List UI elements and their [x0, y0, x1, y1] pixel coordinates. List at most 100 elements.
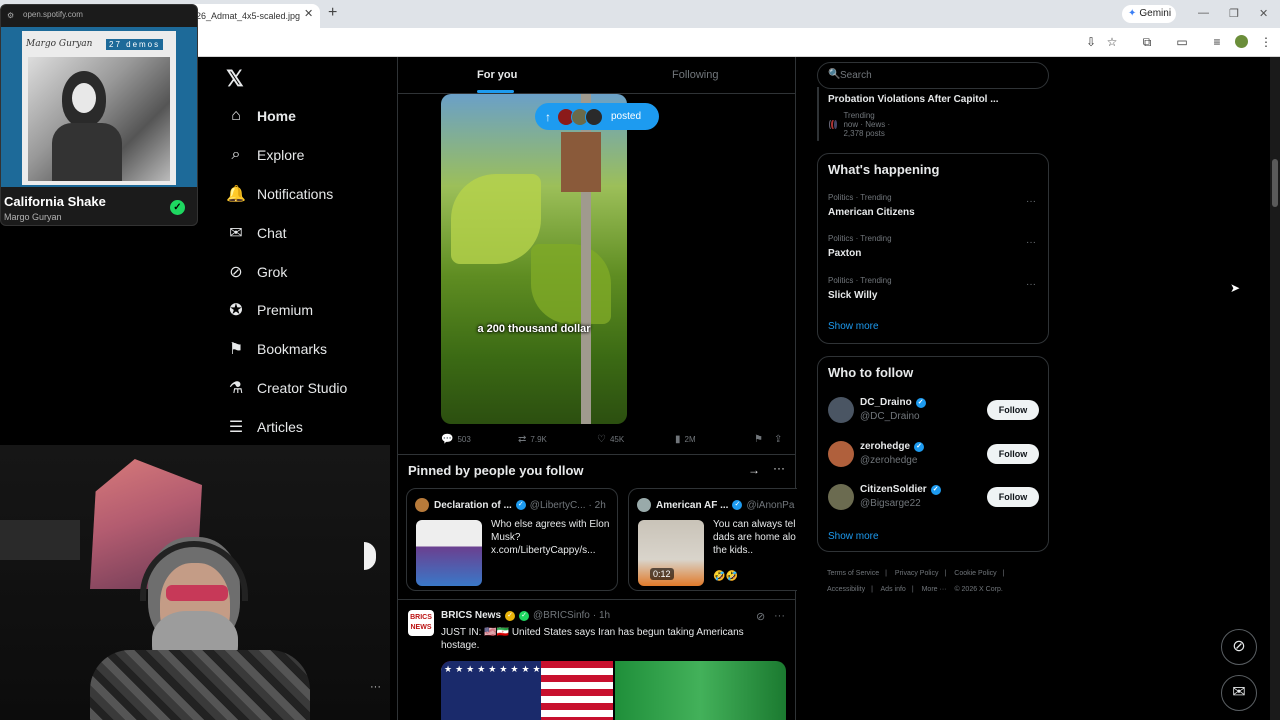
webcam-overlay: ···: [0, 445, 390, 720]
spotify-mini-player[interactable]: ⚙ open.spotify.com Margo Guryan 27 demos…: [0, 4, 198, 226]
verified-icon: ✓: [505, 610, 516, 621]
verified-icon: ✓: [915, 397, 926, 408]
nav-item-explore[interactable]: ⌕ Explore: [226, 142, 305, 168]
arrow-right-icon[interactable]: →: [748, 463, 760, 477]
trend-category: Politics · Trending: [828, 234, 892, 243]
card-handle: @iAnonPa: [746, 499, 795, 511]
repost-icon: ⇄: [518, 433, 527, 445]
bookmark-star-icon[interactable]: ☆: [1105, 35, 1119, 49]
more-icon[interactable]: ···: [1026, 237, 1036, 248]
close-window-icon[interactable]: ✕: [1259, 7, 1268, 20]
footer-link[interactable]: Ads info: [881, 586, 906, 593]
avatar[interactable]: [828, 441, 854, 467]
show-more-link[interactable]: Show more: [828, 321, 879, 332]
more-icon[interactable]: ···: [773, 461, 785, 475]
who-to-follow-panel: Who to follow DC_Draino ✓ @DC_Draino Foll…: [817, 356, 1049, 552]
footer-link[interactable]: More ···: [922, 586, 947, 593]
grok-icon[interactable]: ⊘: [756, 610, 765, 623]
trend-name[interactable]: American Citizens: [828, 207, 915, 218]
nav-item-premium[interactable]: ✪ Premium: [226, 297, 313, 323]
gemini-button[interactable]: ✦ Gemini: [1122, 5, 1176, 23]
follow-button[interactable]: Follow: [987, 400, 1039, 420]
follow-name[interactable]: DC_Draino ✓: [860, 397, 930, 408]
tab-following[interactable]: Following: [672, 69, 718, 81]
more-icon[interactable]: ···: [370, 681, 381, 693]
grok-icon: ⊘: [229, 264, 243, 281]
reply-button[interactable]: 💬 503: [441, 431, 471, 447]
avatar: [637, 498, 651, 512]
footer-link[interactable]: Privacy Policy: [895, 570, 939, 577]
share-icon: ⇪: [774, 433, 783, 445]
footer-link[interactable]: Accessibility: [827, 586, 865, 593]
share-button[interactable]: ⇪: [774, 431, 786, 447]
scrollbar[interactable]: [1270, 57, 1280, 720]
post-image[interactable]: ★★★★★★★★★★★★★★★★★★★★★★★★★★★★★★★★★: [441, 661, 786, 720]
new-tab-icon[interactable]: +: [328, 4, 337, 22]
follow-button[interactable]: Follow: [987, 444, 1039, 464]
video-caption: a 200 thousand dollar: [477, 323, 591, 335]
nav-item-grok[interactable]: ⊘ Grok: [226, 259, 287, 285]
messages-fab[interactable]: ✉: [1221, 675, 1257, 711]
tab-for-you[interactable]: For you: [477, 69, 517, 81]
like-button[interactable]: ♡ 45K: [597, 431, 624, 447]
nav-item-notifications[interactable]: 🔔 Notifications: [226, 181, 333, 207]
news-item[interactable]: Probation Violations After Capitol ... T…: [817, 87, 999, 141]
grok-fab[interactable]: ⊘: [1221, 629, 1257, 665]
repost-button[interactable]: ⇄ 7.9K: [518, 431, 547, 447]
avatar[interactable]: [828, 484, 854, 510]
video-birdhouse: [561, 132, 601, 192]
overlay-handle[interactable]: [364, 542, 376, 570]
new-posts-pill[interactable]: ↑ posted: [535, 103, 659, 130]
trend-name[interactable]: Slick Willy: [828, 290, 877, 301]
close-tab-icon[interactable]: ✕: [304, 7, 313, 20]
bookmark-icon: ⚑: [228, 341, 244, 358]
split-view-icon[interactable]: ▭: [1175, 35, 1189, 49]
x-logo[interactable]: 𝕏: [226, 66, 244, 92]
card-author: Declaration of ...: [434, 499, 512, 511]
whats-happening-panel: What's happening Politics · Trending Ame…: [817, 153, 1049, 344]
install-app-icon[interactable]: ⇩: [1084, 35, 1098, 49]
news-meta: Trending now · News · 2,378 posts: [828, 111, 891, 138]
saved-check-icon[interactable]: ✓: [170, 200, 185, 215]
follow-name[interactable]: CitizenSoldier ✓: [860, 484, 945, 495]
search-input[interactable]: 🔍 Search: [817, 62, 1049, 89]
extensions-icon[interactable]: ⧉: [1140, 35, 1154, 49]
album-cover: Margo Guryan 27 demos: [22, 31, 176, 185]
trend-name[interactable]: Paxton: [828, 248, 861, 259]
nav-item-home[interactable]: ⌂ Home: [226, 103, 296, 129]
scrollbar-thumb[interactable]: [1272, 159, 1278, 207]
footer-link[interactable]: Terms of Service: [827, 570, 879, 577]
more-icon[interactable]: ···: [1026, 196, 1036, 207]
avatar[interactable]: BRICS NEWS: [408, 610, 434, 636]
profile-avatar[interactable]: [1235, 35, 1248, 48]
nav-item-bookmarks[interactable]: ⚑ Bookmarks: [226, 336, 327, 362]
media-controls-icon[interactable]: ≡: [1210, 35, 1224, 49]
follow-name[interactable]: zerohedge ✓: [860, 441, 928, 452]
pinned-card[interactable]: Declaration of ... ✓ @LibertyC... · 2h W…: [406, 488, 618, 591]
nav-item-creator-studio[interactable]: ⚗ Creator Studio: [226, 375, 347, 401]
flask-icon: ⚗: [228, 380, 244, 397]
reply-icon: 💬: [441, 433, 454, 445]
follow-button[interactable]: Follow: [987, 487, 1039, 507]
heart-icon: ♡: [597, 433, 606, 445]
follow-handle: @DC_Draino: [860, 411, 920, 422]
avatar: [415, 498, 429, 512]
browser-tab[interactable]: 26_Admat_4x5-scaled.jpg: [186, 4, 320, 28]
nav-item-chat[interactable]: ✉ Chat: [226, 220, 286, 246]
views-button[interactable]: ▮ 2M: [675, 431, 696, 447]
minimize-icon[interactable]: —: [1198, 7, 1209, 19]
more-icon[interactable]: ···: [1026, 279, 1036, 290]
more-icon[interactable]: ···: [774, 610, 785, 622]
show-more-link[interactable]: Show more: [828, 531, 879, 542]
post-author[interactable]: BRICS News: [441, 610, 501, 621]
nav-label: Premium: [257, 302, 314, 318]
footer-link[interactable]: Cookie Policy: [954, 570, 996, 577]
nav-item-articles[interactable]: ☰ Articles: [226, 414, 303, 440]
pinned-card[interactable]: American AF ... ✓ @iAnonPa 0:12 You can …: [628, 488, 797, 591]
maximize-icon[interactable]: ❐: [1229, 7, 1239, 20]
avatar[interactable]: [828, 397, 854, 423]
verified-icon: ✪: [229, 302, 243, 319]
browser-menu-icon[interactable]: ⋮: [1259, 35, 1273, 49]
bookmark-button[interactable]: ⚑: [754, 431, 767, 447]
post-video[interactable]: a 200 thousand dollar: [441, 94, 627, 424]
